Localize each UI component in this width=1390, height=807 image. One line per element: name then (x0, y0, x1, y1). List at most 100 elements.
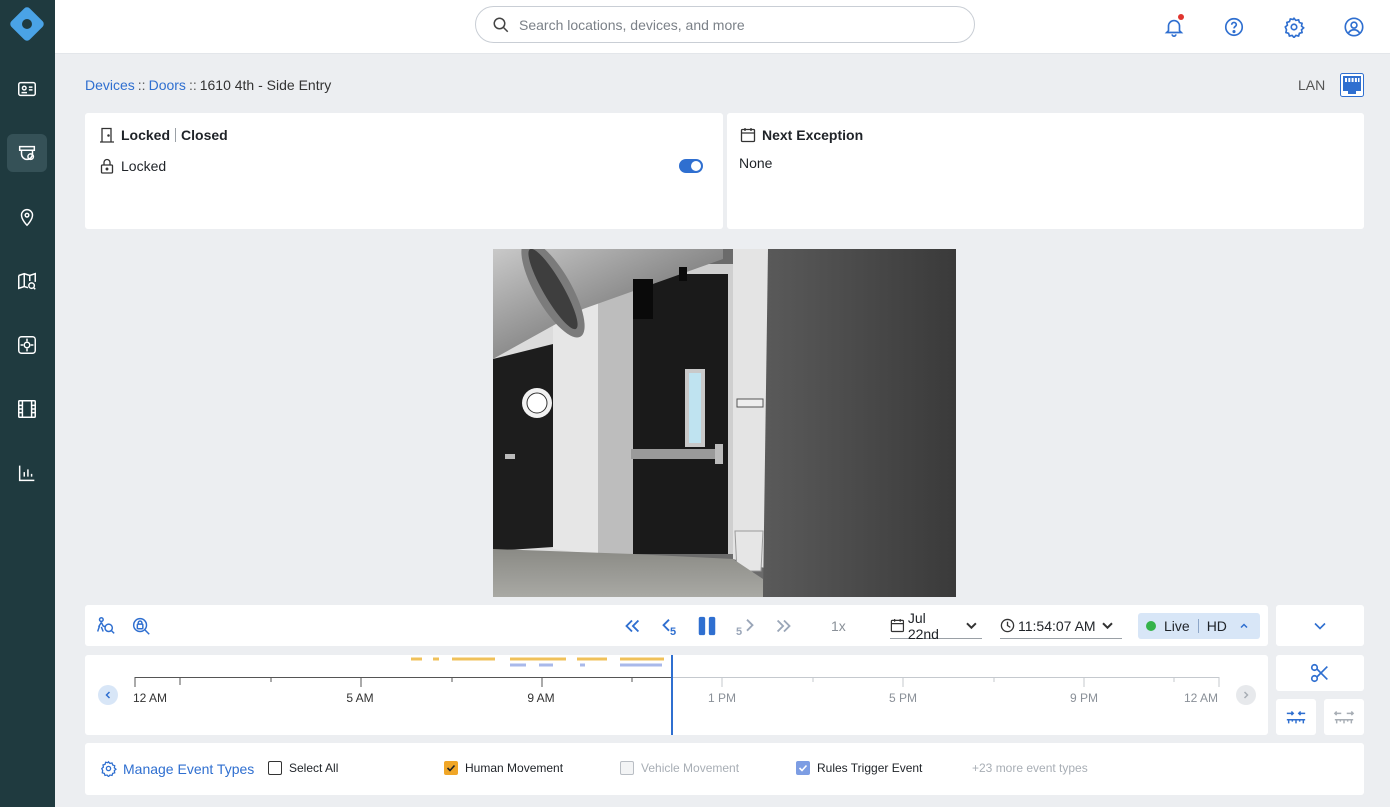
rewind-icon (625, 619, 640, 633)
next-exception-title-row: Next Exception (740, 127, 863, 143)
time-picker[interactable]: 11:54:07 AM (1000, 613, 1122, 639)
divider (175, 128, 177, 142)
door-icon (100, 127, 114, 143)
settings-button[interactable] (1279, 12, 1309, 42)
top-header (55, 0, 1390, 54)
lock-toggle[interactable] (679, 159, 703, 173)
vehicle-movement-label: Vehicle Movement (641, 761, 740, 775)
rules-trigger-event (510, 663, 526, 667)
skip-forward-seconds: 5 (736, 626, 743, 638)
app-logo[interactable] (9, 6, 45, 42)
expand-icon (1333, 710, 1355, 724)
chevron-right-icon (1243, 691, 1249, 699)
breadcrumb: Devices:: Doors:: 1610 4th - Side Entry (85, 77, 331, 93)
notifications-button[interactable] (1159, 12, 1189, 42)
lock-state: Locked (121, 127, 171, 143)
timeline-label: 12 AM (1183, 691, 1219, 705)
skip-back-icon (662, 619, 670, 632)
check-icon (798, 764, 808, 772)
lock-label: Locked (121, 158, 167, 174)
timeline-label: 5 AM (346, 691, 374, 705)
person-search-button[interactable] (93, 614, 117, 638)
search-input[interactable] (519, 16, 939, 33)
nav-map-search[interactable] (7, 262, 47, 300)
pause-button[interactable] (695, 614, 719, 638)
date-picker[interactable]: Jul 22nd (890, 610, 982, 642)
timeline-prev-button[interactable] (98, 685, 118, 705)
manage-event-types-link[interactable]: Manage Event Types (100, 760, 254, 777)
film-icon (18, 400, 36, 418)
breadcrumb-current: 1610 4th - Side Entry (199, 77, 332, 93)
zoom-in-timeline-button[interactable] (1276, 699, 1316, 735)
rules-trigger-checkbox[interactable]: Rules Trigger Event (796, 761, 922, 775)
live-quality-selector[interactable]: Live HD (1138, 613, 1260, 639)
help-icon (1224, 17, 1244, 37)
breadcrumb-devices[interactable]: Devices (85, 77, 135, 93)
profile-button[interactable] (1339, 12, 1369, 42)
rules-trigger-event (620, 663, 662, 667)
rules-trigger-label: Rules Trigger Event (817, 761, 923, 775)
nav-analytics[interactable] (7, 454, 47, 492)
compress-icon (1286, 710, 1306, 724)
search-box[interactable] (475, 6, 975, 43)
camera-icon (18, 145, 36, 161)
access-card-icon (18, 81, 36, 97)
person-search-icon (96, 617, 115, 634)
live-indicator (1146, 621, 1156, 631)
collapse-panel-button[interactable] (1276, 605, 1364, 646)
nav-devices[interactable] (7, 134, 47, 172)
nav-sensors[interactable] (7, 326, 47, 364)
human-movement-event (620, 657, 664, 661)
event-timeline[interactable]: 12 AM 5 AM 9 AM 1 PM 5 PM 9 PM 12 AM (85, 655, 1268, 735)
time-value: 11:54:07 AM (1018, 617, 1096, 634)
sensor-icon (18, 336, 36, 354)
human-movement-event (510, 657, 566, 661)
camera-video-feed[interactable] (493, 249, 956, 597)
calendar-icon (740, 128, 756, 143)
rewind-button[interactable] (620, 614, 644, 638)
lock-row: Locked (99, 158, 166, 174)
checkbox-box[interactable] (796, 761, 810, 775)
nav-recordings[interactable] (7, 390, 47, 428)
divider (1197, 619, 1199, 633)
connection-label: LAN (1298, 77, 1326, 93)
human-movement-event (577, 657, 607, 661)
live-label: Live (1164, 618, 1190, 634)
playback-speed[interactable]: 1x (831, 618, 846, 634)
human-movement-label: Human Movement (465, 761, 564, 775)
clip-button[interactable] (1276, 655, 1364, 691)
select-all-checkbox[interactable]: Select All (268, 761, 338, 775)
checkbox-box[interactable] (444, 761, 458, 775)
nav-locations[interactable] (7, 198, 47, 236)
nav-access-control[interactable] (7, 70, 47, 108)
help-button[interactable] (1219, 12, 1249, 42)
vehicle-search-button[interactable] (129, 614, 153, 638)
select-all-label: Select All (289, 761, 339, 775)
skip-back-seconds: 5 (670, 626, 677, 638)
location-pin-icon (20, 209, 34, 227)
sidebar (0, 0, 55, 807)
quality-label: HD (1206, 618, 1227, 634)
notification-dot (1178, 14, 1184, 20)
breadcrumb-doors[interactable]: Doors (149, 77, 186, 93)
fast-forward-button (772, 614, 796, 638)
breadcrumb-separator: :: (137, 77, 146, 93)
checkbox-box[interactable] (620, 761, 634, 775)
door-state-title: Locked Closed (99, 127, 228, 143)
checkbox-box[interactable] (268, 761, 282, 775)
breadcrumb-separator: :: (188, 77, 197, 93)
human-movement-checkbox[interactable]: Human Movement (444, 761, 563, 775)
fast-forward-icon (776, 619, 791, 633)
chevron-left-icon (105, 691, 111, 699)
rules-trigger-event (580, 663, 585, 667)
calendar-icon (890, 619, 905, 633)
vehicle-movement-checkbox[interactable]: Vehicle Movement (620, 761, 739, 775)
map-search-icon (18, 272, 36, 290)
analytics-icon (18, 465, 35, 482)
next-exception-value: None (739, 155, 773, 171)
scissors-icon (1310, 663, 1328, 683)
timeline-next-button (1236, 685, 1256, 705)
skip-back-button[interactable]: 5 (656, 614, 682, 640)
skip-forward-button: 5 (734, 614, 760, 640)
more-event-types[interactable]: +23 more event types (972, 761, 1088, 775)
